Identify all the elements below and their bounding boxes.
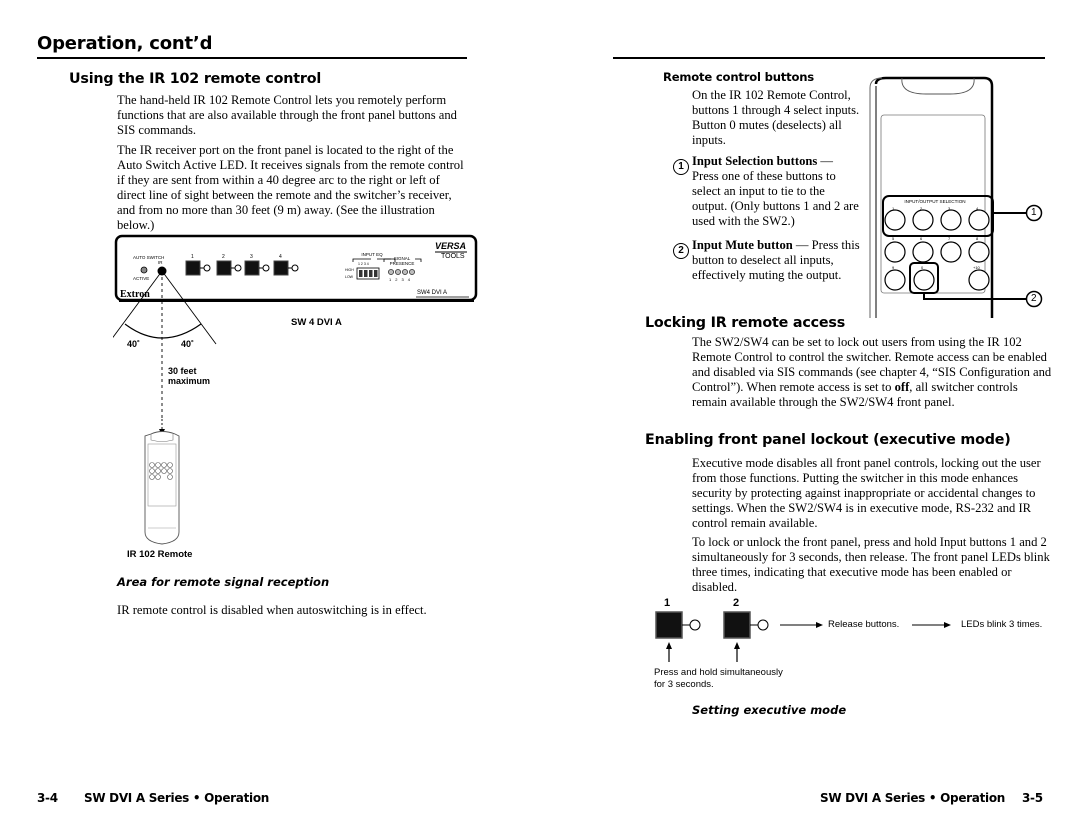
- input-button-2: [723, 611, 751, 639]
- press-hold-line-2: for 3 seconds.: [654, 679, 714, 690]
- page-title: Operation, cont’d: [37, 33, 213, 54]
- callout-number-icon: 2: [673, 243, 689, 259]
- callout-2-marker: 2: [673, 238, 689, 259]
- footer-title-right: SW DVI A Series • Operation: [820, 791, 1006, 805]
- button-label-3: 3: [250, 254, 253, 260]
- footer-page-number-left: 3-4: [37, 791, 58, 805]
- arrow-up-icon: [734, 642, 740, 649]
- button-label-2: 2: [733, 597, 740, 609]
- input-eq-label: INPUT EQ: [361, 252, 383, 257]
- remote-key-label: 5: [892, 236, 895, 241]
- section-title-executive: Enabling front panel lockout (executive …: [645, 432, 1011, 448]
- signal-presence-label: SIGNAL PRESENCE: [389, 256, 415, 266]
- remote-buttons-title: Remote control buttons: [663, 70, 814, 84]
- button-label-1: 1: [664, 597, 671, 609]
- callout-1-marker: 1: [673, 154, 689, 175]
- button-label-1: 1: [191, 254, 194, 260]
- ir-102-remote-illustration: [144, 431, 180, 545]
- remote-key-label: 8: [976, 236, 979, 241]
- intro-paragraph: The hand-held IR 102 Remote Control lets…: [117, 93, 457, 137]
- high-label: HIGH: [345, 268, 354, 272]
- remote-key-label: 6: [920, 236, 923, 241]
- extron-logo: Extron: [120, 289, 150, 300]
- remote-key-label: 4: [976, 206, 979, 211]
- remote-buttons-intro: On the IR 102 Remote Control, buttons 1 …: [692, 88, 860, 147]
- reception-arc: [124, 323, 202, 339]
- title-rule: [37, 57, 467, 59]
- locking-bold-word: off: [894, 380, 910, 394]
- angle-left-label: 40˚: [127, 339, 141, 349]
- remote-illustration: [869, 76, 1043, 318]
- arrow-up-icon: [666, 642, 672, 649]
- arrow-right-icon: [816, 622, 823, 628]
- arrow-right-icon: [944, 622, 951, 628]
- press-hold-line-1: Press and hold simultaneously: [654, 667, 783, 678]
- remote-key-label: 0: [921, 265, 924, 270]
- executive-mode-figure: 1 2 Release buttons. LEDs blink 3 times.…: [650, 596, 1050, 696]
- distance-label: 30 feet maximum: [168, 366, 210, 386]
- remote-key-label: 3: [948, 206, 951, 211]
- remote-label: IR 102 Remote: [127, 549, 193, 560]
- low-label: LOW: [345, 275, 353, 279]
- eq-switch-numbers: 1 2 3 4: [358, 262, 369, 266]
- auto-switch-led: [140, 266, 148, 274]
- executive-paragraph-1: Executive mode disables all front panel …: [692, 456, 1041, 530]
- panel-model-label: SW4 DVI A: [417, 290, 448, 296]
- remote-key-label: 7: [948, 236, 951, 241]
- section-title-ir-remote: Using the IR 102 remote control: [69, 71, 322, 87]
- input-button-1: [655, 611, 683, 639]
- tools-label: TOOLS: [441, 253, 465, 260]
- leds-blink-label: LEDs blink 3 times.: [961, 619, 1043, 630]
- dash: —: [792, 238, 812, 252]
- signal-numbers: 1234: [389, 277, 414, 282]
- input-selection-term: Input Selection buttons: [692, 154, 818, 168]
- locking-paragraph: The SW2/SW4 can be set to lock out users…: [692, 335, 1052, 410]
- figure-caption-reception: Area for remote signal reception: [117, 575, 330, 589]
- remote-key-label: 2: [920, 206, 923, 211]
- button-label-4: 4: [279, 254, 282, 260]
- input-selection-text: Press one of these buttons to select an …: [692, 169, 859, 228]
- autoswitch-note: IR remote control is disabled when autos…: [117, 603, 427, 617]
- button-label-2: 2: [222, 254, 225, 260]
- remote-key-label: 1: [892, 206, 895, 211]
- distance-line-2: maximum: [168, 376, 211, 386]
- signal-number: 4: [407, 277, 414, 282]
- callout-1-number: 1: [1031, 207, 1037, 218]
- footer-title-left: SW DVI A Series • Operation: [84, 791, 270, 805]
- io-selection-label: INPUT/OUTPUT SELECTION: [896, 199, 974, 204]
- remote-key-label: 9: [892, 265, 895, 270]
- angle-right-label: 40˚: [181, 339, 195, 349]
- led-2: [757, 619, 769, 631]
- callout-number-icon: 1: [673, 159, 689, 175]
- led-1: [689, 619, 701, 631]
- top-rule-right: [613, 57, 1045, 59]
- footer-page-number-right: 3-5: [1022, 791, 1043, 805]
- ir-label: IR: [158, 260, 163, 265]
- remote-button-figure: INPUT/OUTPUT SELECTION 1 2 3 4 5 6 7 8 9…: [866, 72, 1056, 318]
- executive-paragraph-2: To lock or unlock the front panel, press…: [692, 535, 1050, 594]
- reception-area-figure: AUTO SWITCH ACTIVE IR 1 2 3 4 INPUT EQ 1…: [113, 232, 483, 577]
- dash: —: [817, 154, 834, 168]
- release-buttons-label: Release buttons.: [828, 619, 900, 630]
- versa-label: VERSA: [435, 241, 467, 251]
- model-caption: SW 4 DVI A: [291, 317, 342, 328]
- reception-diagram: [113, 234, 478, 545]
- distance-line-1: 30 feet: [168, 366, 197, 376]
- input-mute-term: Input Mute button: [692, 238, 793, 252]
- press-hold-note: Press and hold simultaneously for 3 seco…: [654, 667, 783, 691]
- active-label: ACTIVE: [133, 276, 150, 281]
- callout-2-number: 2: [1031, 293, 1037, 304]
- input-mute-description: Input Mute button — Press this button to…: [692, 238, 862, 283]
- ir-receiver-paragraph: The IR receiver port on the front panel …: [117, 143, 464, 232]
- input-selection-description: Input Selection buttons — Press one of t…: [692, 154, 862, 229]
- remote-key-label: +10: [973, 265, 980, 270]
- section-title-locking: Locking IR remote access: [645, 315, 845, 331]
- figure-caption-executive: Setting executive mode: [692, 703, 847, 717]
